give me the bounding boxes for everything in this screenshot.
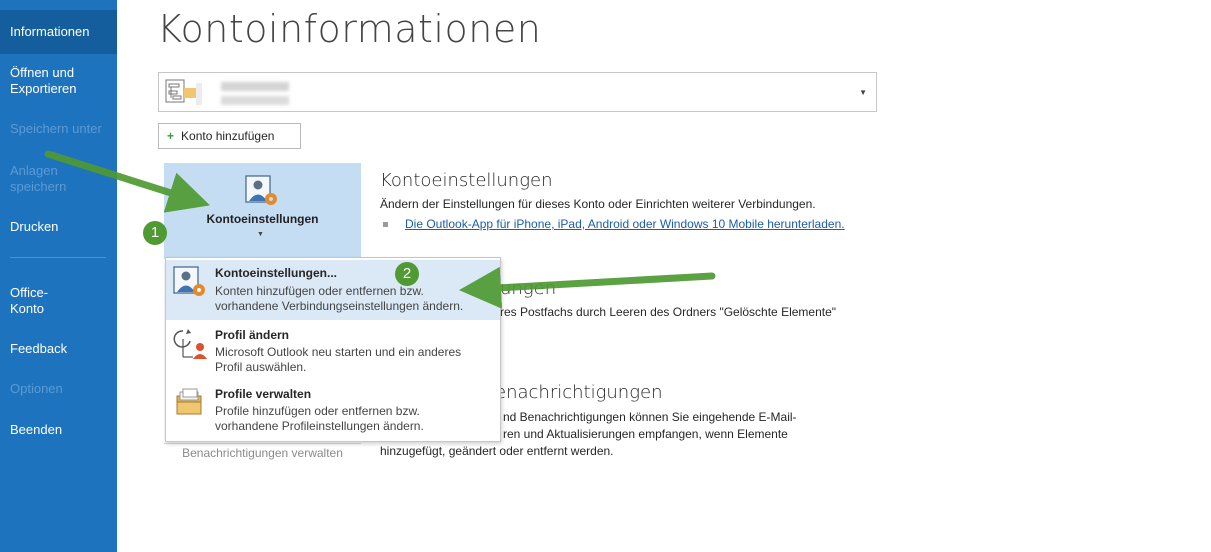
add-account-label: Konto hinzufügen — [181, 129, 275, 143]
nav-informationen[interactable]: Informationen — [0, 10, 117, 54]
menu-item-desc: Profile hinzufügen oder entfernen bzw. — [215, 404, 420, 418]
nav-beenden[interactable]: Beenden — [0, 422, 117, 438]
manage-notifications-button[interactable]: Benachrichtigungen verwalten — [164, 443, 361, 462]
nav-label: Drucken — [10, 219, 59, 234]
nav-label: Feedback — [10, 341, 68, 356]
nav-divider — [10, 257, 106, 258]
annotation-badge-1: 1 — [143, 221, 167, 245]
nav-anlagen-speichern[interactable]: Anlagen speichern — [0, 163, 80, 195]
nav-oeffnen-exportieren[interactable]: Öffnen und Exportieren — [0, 65, 100, 97]
menu-item-title: Kontoeinstellungen... — [215, 266, 337, 280]
account-selector[interactable]: ▼ — [158, 72, 877, 112]
nav-optionen[interactable]: Optionen — [0, 381, 117, 397]
menu-item-desc: vorhandene Verbindungseinstellungen ände… — [215, 299, 464, 313]
section-title-notifications: enachrichtigungen — [495, 382, 663, 403]
nav-drucken[interactable]: Drucken — [0, 219, 117, 235]
menu-item-change-profile[interactable]: Profil ändern Microsoft Outlook neu star… — [166, 323, 500, 381]
nav-label: Anlagen speichern — [10, 163, 67, 194]
section-desc-mailbox: res Postfachs durch Leeren des Ordners "… — [500, 305, 837, 319]
nav-label: Öffnen und Exportieren — [10, 65, 77, 96]
menu-item-desc: vorhandene Profileinstellungen ändern. — [215, 419, 424, 433]
account-type-redacted — [221, 96, 289, 105]
account-settings-label: Kontoeinstellungen — [206, 212, 319, 226]
nav-label: Speichern unter — [10, 121, 102, 136]
plus-icon: + — [167, 129, 175, 143]
section-desc-notifications-line3: hinzugefügt, geändert oder entfernt werd… — [380, 444, 614, 458]
menu-item-title: Profile verwalten — [215, 387, 312, 401]
section-title-mailbox: ungen — [500, 278, 557, 299]
menu-item-account-settings[interactable]: Kontoeinstellungen... Konten hinzufügen … — [166, 260, 500, 320]
account-settings-button[interactable]: Kontoeinstellungen ▼ — [164, 163, 361, 259]
page-title: Kontoinformationen — [157, 7, 542, 51]
bullet-icon — [383, 222, 388, 227]
add-account-button[interactable]: + Konto hinzufügen — [158, 123, 301, 149]
outlook-app-download-link[interactable]: Die Outlook-App für iPhone, iPad, Androi… — [405, 217, 845, 231]
annotation-badge-2: 2 — [395, 262, 419, 286]
menu-item-desc: Konten hinzufügen oder entfernen bzw. — [215, 284, 424, 298]
backstage-sidebar: Informationen Öffnen und Exportieren Spe… — [0, 0, 117, 552]
menu-item-title: Profil ändern — [215, 328, 290, 342]
section-title-account-settings: Kontoeinstellungen — [380, 170, 553, 191]
account-icon — [165, 79, 205, 112]
chevron-down-icon: ▼ — [257, 231, 264, 238]
menu-item-desc: Profil auswählen. — [215, 360, 307, 374]
chevron-down-icon: ▼ — [859, 88, 867, 97]
account-settings-dropdown: Kontoeinstellungen... Konten hinzufügen … — [165, 257, 501, 442]
nav-label: Informationen — [10, 24, 90, 39]
section-desc-notifications-line2: ren und Aktualisierungen empfangen, wenn… — [503, 427, 788, 441]
menu-item-manage-profiles[interactable]: Profile verwalten Profile hinzufügen ode… — [166, 382, 500, 440]
account-name-redacted — [221, 82, 289, 91]
account-settings-icon — [173, 266, 207, 303]
nav-label: Office-Konto — [10, 285, 49, 316]
nav-label: Beenden — [10, 422, 63, 437]
section-desc-notifications-line1: nd Benachrichtigungen können Sie eingehe… — [503, 410, 797, 424]
section-desc-account-settings: Ändern der Einstellungen für dieses Kont… — [380, 197, 816, 211]
nav-speichern-unter[interactable]: Speichern unter — [0, 121, 117, 137]
manage-profiles-icon — [173, 388, 207, 423]
account-settings-icon — [245, 175, 279, 212]
nav-feedback[interactable]: Feedback — [0, 341, 117, 357]
menu-item-desc: Microsoft Outlook neu starten und ein an… — [215, 345, 462, 359]
change-profile-icon — [173, 327, 207, 366]
nav-office-konto[interactable]: Office-Konto — [0, 285, 70, 317]
nav-label: Optionen — [10, 381, 63, 396]
